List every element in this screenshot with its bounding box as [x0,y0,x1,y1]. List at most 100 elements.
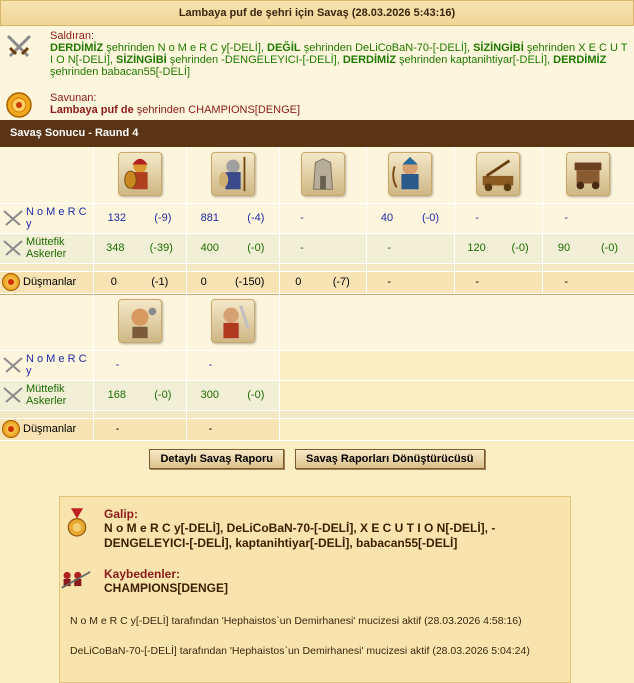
count-cell: - [454,271,543,294]
spacer-cell [279,263,367,272]
unit-cell [454,147,543,204]
spacer-cell [279,410,634,419]
unit-loss: (-0) [154,389,172,401]
count-cell: - [93,350,187,381]
empty-cell [279,294,634,351]
unit-count: 168 [107,389,126,401]
unit-count: 132 [107,212,126,224]
empty-cell [279,350,634,381]
unit-icon[interactable] [117,151,162,196]
unit-loss: (-0) [511,242,529,254]
unit-icon[interactable] [210,299,255,343]
attacker-list: DERDİMİZ şehrinden N o M e R C y[-DELİ],… [50,42,634,78]
report-converter-button[interactable]: Savaş Raporları Dönüştürücüsü [295,448,485,469]
count-cell: 132 (-9) [93,203,187,234]
row-label-text: N o M e R C y [26,353,87,377]
unit-loss: (-1) [151,276,169,288]
loser-section: Kaybedenler: CHAMPIONS[DENGE] [60,567,570,596]
unit-count: 300 [200,389,219,401]
row-label-muttefik: Müttefik Askerler [0,380,94,411]
row-muttefik: Müttefik Askerler 348 (-39) 400 (-0) - - 120 (-0… [0,233,634,264]
unit-icon[interactable] [117,299,162,343]
loser-names: CHAMPIONS[DENGE] [104,581,229,595]
unit-count: 0 [295,276,302,288]
shield-medallion-icon [6,92,32,118]
unit-count: - [300,242,304,254]
fallen-soldiers-icon [61,571,91,589]
battle-title-bar: Lambaya puf de şehri için Savaş (28.03.2… [0,0,634,26]
count-cell: 0 (-150) [186,271,280,294]
spacer-cell [186,263,280,272]
count-cell: 0 (-7) [279,271,367,294]
defender-line: Lambaya puf de şehrinden CHAMPIONS[DENGE… [50,104,634,117]
count-cell: - [279,233,367,264]
defender-label: Savunan: [50,92,97,104]
row-spacer [0,410,634,419]
winner-label: Galip: [104,507,139,521]
row-label-dusman: Düşmanlar [0,271,94,294]
unit-count: 40 [380,212,394,224]
unit-count: - [387,276,391,288]
winner-names: N o M e R C y[-DELİ], DeLiCoBaN-70-[-DEL… [104,521,496,550]
corner-cell [0,147,94,204]
enemy-medallion-icon [2,273,20,291]
unit-cell [542,147,634,204]
unit-count: - [208,423,213,435]
spacer-cell [0,410,94,419]
count-cell: 400 (-0) [186,233,280,264]
count-cell: 348 (-39) [93,233,187,264]
unit-icon[interactable] [476,151,520,196]
unit-icon[interactable] [566,151,610,196]
spacer-cell [454,263,543,272]
unit-loss: (-39) [149,242,173,254]
unit-icon[interactable] [210,151,255,196]
spacer-cell [542,263,634,272]
attacker-city: SİZİNGİBİ [473,42,524,54]
attacker-section: Saldıran: DERDİMİZ şehrinden N o M e R C… [0,30,634,88]
medal-icon [67,508,87,537]
attacker-player: şehrinden DeLiCoBaN-70-[-DELİ], [300,42,474,54]
unit-count: - [387,242,391,254]
enemy-medallion-icon [2,420,20,438]
count-cell: - [542,203,634,234]
row-nomercy: N o M e R C y 132 (-9) 881 (-4) - 40 (-0) - - [0,203,634,234]
row-label-text: Düşmanlar [23,276,77,288]
count-cell: 120 (-0) [454,233,543,264]
unit-count: - [208,359,213,371]
winner-section: Galip: N o M e R C y[-DELİ], DeLiCoBaN-7… [60,507,570,551]
battle-info: Saldıran: DERDİMİZ şehrinden N o M e R C… [0,26,634,120]
attacker-player: şehrinden N o M e R C y[-DELİ], [103,42,268,54]
unit-count: - [564,212,568,224]
unit-cell [186,294,280,351]
row-label-dusman: Düşmanlar [0,418,94,441]
unit-icons-row [0,147,634,204]
unit-loss: (-0) [247,389,265,401]
row-nomercy: N o M e R C y-- [0,350,634,381]
detailed-report-button[interactable]: Detaylı Savaş Raporu [149,448,284,469]
defender-section: Savunan: Lambaya puf de şehrinden CHAMPI… [0,92,634,118]
corner-cell [0,294,94,351]
unit-count: - [300,212,304,224]
crossed-swords-icon [3,240,23,256]
count-cell: - [279,203,367,234]
miracle-note-2: DeLiCoBaN-70-[-DELİ] tarafından 'Hephais… [70,645,530,657]
unit-icon[interactable] [388,151,432,196]
unit-table-1: N o M e R C y 132 (-9) 881 (-4) -40 (-0) - - Mütt… [0,147,634,294]
count-cell: 90 (-0) [542,233,634,264]
attacker-city: DERDİMİZ [50,42,104,54]
count-cell: - [542,271,634,294]
row-dusman: Düşmanlar - - [0,418,634,441]
row-label-text: Düşmanlar [23,423,77,435]
unit-loss: (-150) [235,276,265,288]
row-label-nomercy: N o M e R C y [0,350,94,381]
unit-count: 0 [110,276,117,288]
attacker-city: DERDİMİZ [342,54,396,66]
count-cell: 40 (-0) [366,203,455,234]
unit-count: 90 [557,242,571,254]
unit-icon[interactable] [300,151,345,196]
row-spacer [0,263,634,272]
row-muttefik: Müttefik Askerler 168 (-0) 300 (-0) [0,380,634,411]
unit-count: - [115,423,120,435]
unit-count: - [115,359,120,371]
unit-count: - [475,276,479,288]
